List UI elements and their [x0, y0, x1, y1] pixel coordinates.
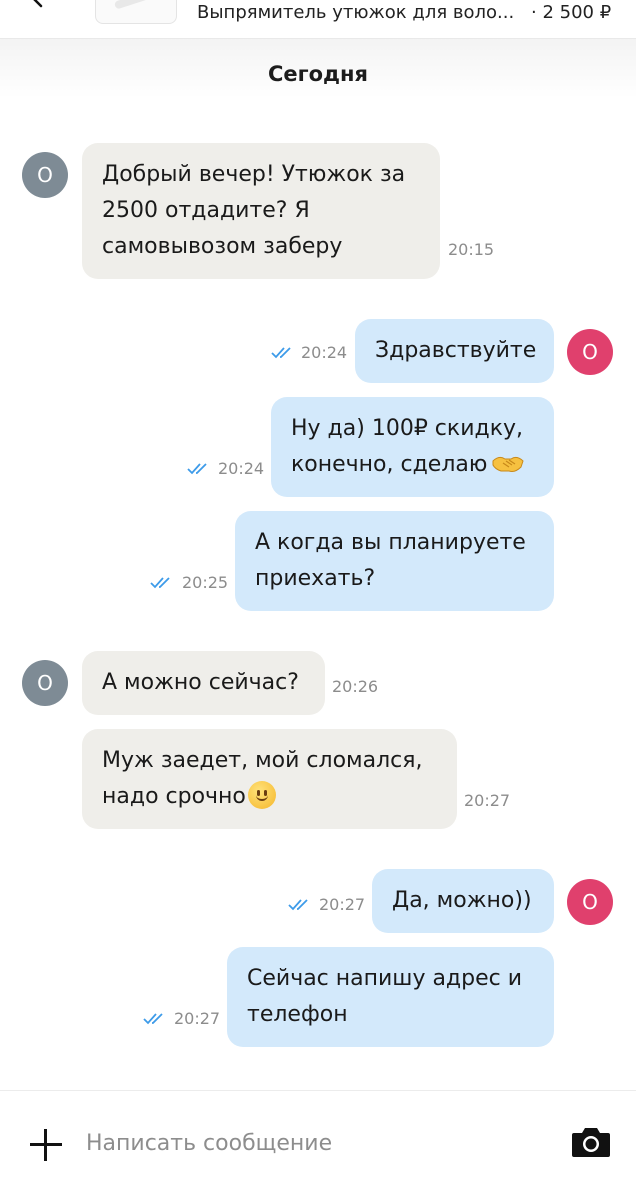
message-line: телефон	[247, 1002, 348, 1027]
message-bubble-outgoing[interactable]: Здравствуйте	[355, 319, 554, 383]
sender-avatar[interactable]: О	[22, 152, 68, 198]
slight-smile-emoji-icon	[247, 781, 276, 809]
listing-thumbnail[interactable]	[95, 0, 177, 24]
message-line: Муж заедет, мой сломался,	[102, 748, 423, 773]
message-bubble-outgoing[interactable]: Сейчас напишу адрес и телефон	[227, 947, 554, 1047]
message-time: 20:24	[218, 459, 265, 478]
message-line: конечно, сделаю	[291, 452, 488, 477]
message-time: 20:15	[448, 240, 495, 259]
message-time: 20:24	[301, 343, 348, 362]
message-line: Здравствуйте	[375, 338, 537, 363]
message-line: надо срочно	[102, 784, 246, 809]
message-time: 20:27	[319, 895, 366, 914]
message-line: Ну да) 100₽ скидку,	[291, 416, 523, 441]
listing-price: · 2 500 ₽	[531, 2, 612, 23]
message-bubble-outgoing[interactable]: А когда вы планируете приехать?	[235, 511, 554, 611]
camera-icon[interactable]	[570, 1125, 612, 1159]
message-bubble-incoming[interactable]: Муж заедет, мой сломался, надо срочно	[82, 729, 457, 829]
read-ticks-icon	[150, 577, 170, 589]
read-ticks-icon	[288, 899, 308, 911]
message-line: Сейчас напишу адрес и	[247, 966, 523, 991]
my-avatar[interactable]: О	[567, 879, 613, 925]
read-ticks-icon	[271, 347, 291, 359]
message-time: 20:27	[174, 1009, 221, 1028]
message-bubble-outgoing[interactable]: Ну да) 100₽ скидку, конечно, сделаю	[271, 397, 554, 497]
message-line: 2500 отдадите? Я	[102, 198, 310, 223]
listing-title[interactable]: Выпрямитель утюжок для воло...	[197, 2, 514, 23]
read-ticks-icon	[187, 463, 207, 475]
message-line: А можно сейчас?	[102, 670, 299, 695]
handshake-emoji-icon	[492, 456, 524, 472]
listing-header[interactable]: Выпрямитель утюжок для воло... · 2 500 ₽	[0, 0, 636, 38]
sender-avatar[interactable]: О	[22, 660, 68, 706]
message-bubble-outgoing[interactable]: Да, можно))	[372, 869, 554, 933]
message-time: 20:27	[464, 791, 511, 810]
message-line: приехать?	[255, 566, 376, 591]
message-line: самовывозом заберу	[102, 234, 343, 259]
plus-icon[interactable]	[30, 1129, 62, 1161]
message-time: 20:25	[182, 573, 229, 592]
message-line: А когда вы планируете	[255, 530, 526, 555]
chat-history[interactable]: Сегодня О Добрый вечер! Утюжок за 2500 о…	[0, 38, 636, 1090]
message-bubble-incoming[interactable]: Добрый вечер! Утюжок за 2500 отдадите? Я…	[82, 143, 440, 279]
message-line: Добрый вечер! Утюжок за	[102, 162, 406, 187]
back-arrow-icon[interactable]	[26, 0, 50, 10]
message-input[interactable]	[86, 1119, 526, 1167]
message-time: 20:26	[332, 677, 379, 696]
read-ticks-icon	[143, 1013, 163, 1025]
message-bubble-incoming[interactable]: А можно сейчас?	[82, 651, 325, 715]
my-avatar[interactable]: О	[567, 329, 613, 375]
day-separator: Сегодня	[267, 62, 368, 86]
message-line: Да, можно))	[392, 888, 532, 913]
message-composer	[0, 1090, 636, 1200]
